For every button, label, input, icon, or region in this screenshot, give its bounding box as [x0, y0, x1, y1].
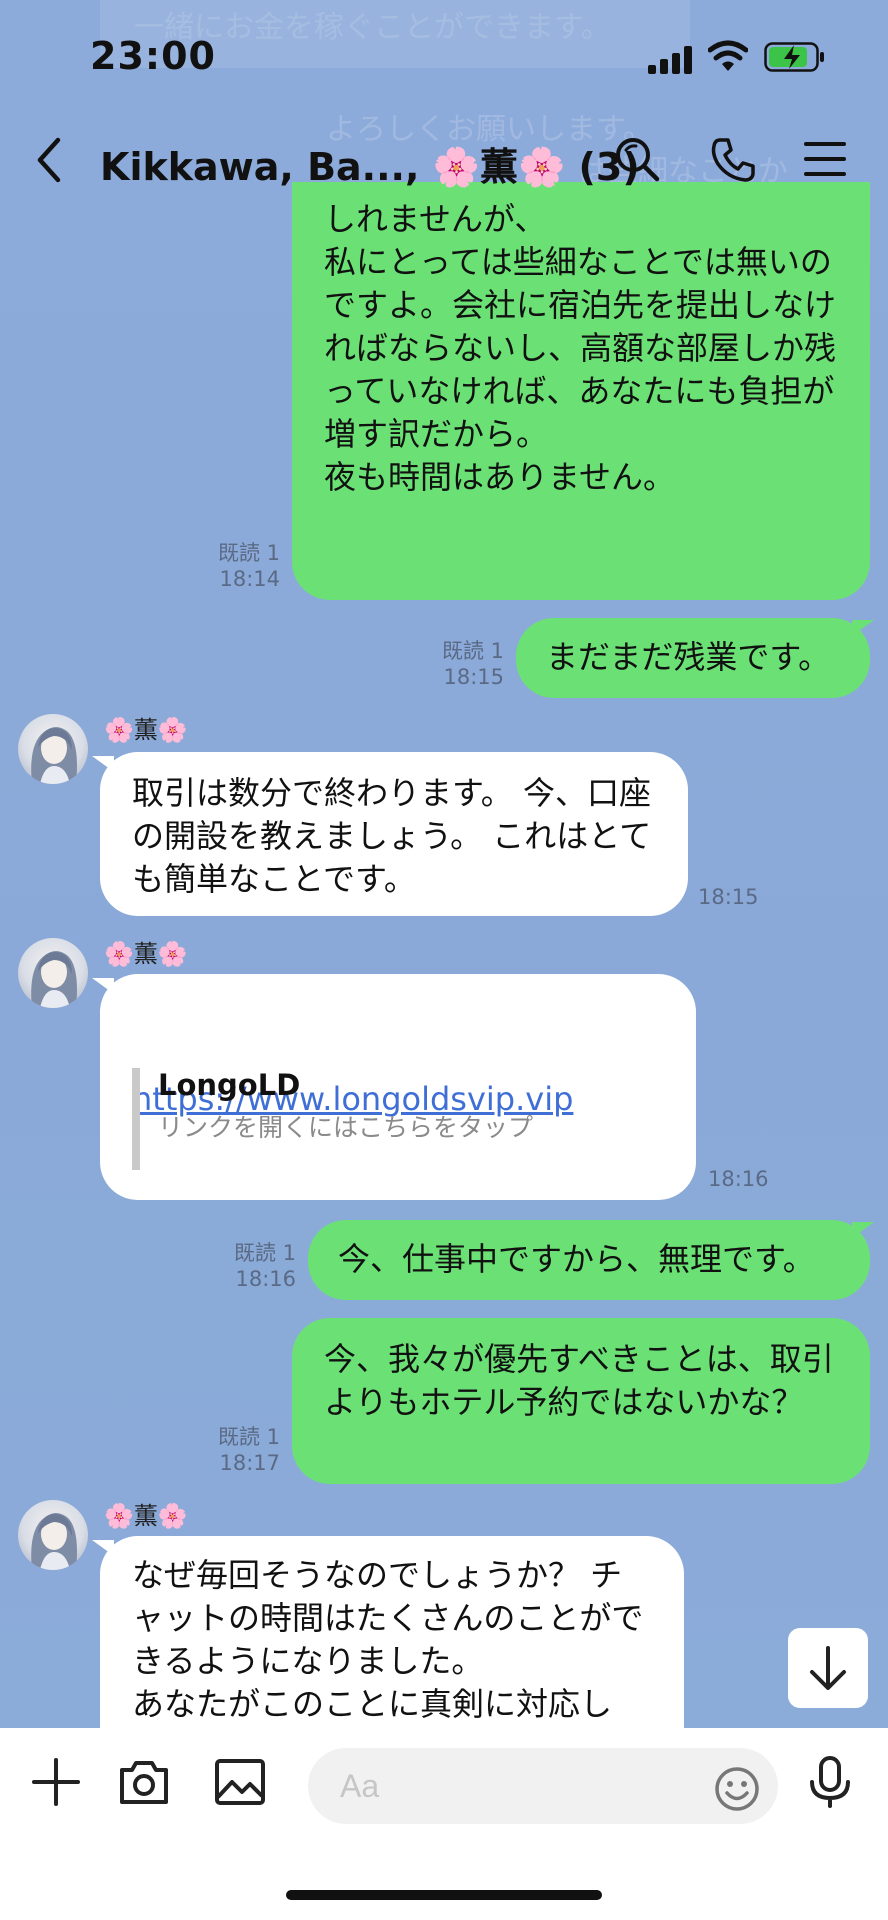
link-preview-title[interactable]: LongoLD [158, 1064, 300, 1107]
message-time: 18:16 [235, 1267, 296, 1291]
arrow-down-icon [810, 1646, 846, 1690]
message-bubble-outgoing[interactable]: 今、仕事中ですから、無理です。 [308, 1220, 870, 1300]
message-bubble-incoming[interactable]: 取引は数分で終わります。 今、口座の開設を教えましょう。 これはとても簡単なこと… [100, 752, 688, 916]
message-meta: 既読 1 18:16 [204, 1240, 296, 1292]
link-preview-description[interactable]: リンクを開くにはこちらをタップ [158, 1106, 533, 1149]
read-receipt: 既読 1 [233, 1241, 296, 1265]
search-icon[interactable] [612, 134, 662, 184]
image-icon[interactable] [212, 1754, 268, 1810]
read-receipt: 既読 1 [217, 1425, 280, 1449]
bubble-tail [92, 978, 114, 994]
bubble-tail [92, 1540, 114, 1556]
message-time: 18:17 [219, 1451, 280, 1475]
avatar[interactable] [18, 1500, 88, 1570]
bubble-tail [852, 620, 874, 636]
mic-icon[interactable] [802, 1754, 858, 1810]
avatar[interactable] [18, 938, 88, 1008]
message-time: 18:15 [443, 665, 504, 689]
message-bubble-incoming[interactable]: なぜ毎回そうなのでしょうか？ チャットの時間はたくさんのことができるようになりま… [100, 1536, 684, 1728]
message-meta: 既読 1 18:15 [412, 638, 504, 690]
chat-title[interactable]: Kikkawa, Ba..., 🌸薫🌸 (3) [100, 136, 640, 191]
avatar-illustration [31, 727, 77, 784]
message-input[interactable] [308, 1748, 778, 1824]
battery-charging-icon [764, 42, 824, 72]
avatar-illustration [31, 951, 77, 1008]
emoji-icon[interactable] [712, 1764, 762, 1814]
bubble-tail [92, 756, 114, 772]
message-time: 18:15 [698, 885, 759, 909]
wifi-icon [708, 40, 748, 71]
status-time: 23:00 [90, 34, 216, 78]
home-indicator[interactable] [286, 1890, 602, 1900]
message-bubble-outgoing[interactable]: しれませんが、 私にとっては些細なことでは無いのですよ。会社に宿泊先を提出しなけ… [292, 182, 870, 600]
chat-header: Kikkawa, Ba..., 🌸薫🌸 (3) [0, 112, 888, 208]
sender-name: 🌸薫🌸 [104, 940, 188, 968]
scroll-to-bottom-button[interactable] [788, 1628, 868, 1708]
cellular-signal-icon [648, 46, 694, 74]
bubble-tail [852, 1222, 874, 1238]
message-bubble-outgoing[interactable]: 今、我々が優先すべきことは、取引よりもホテル予約ではないかな？ [292, 1318, 870, 1484]
back-icon[interactable] [30, 134, 70, 186]
sender-name: 🌸薫🌸 [104, 716, 188, 744]
camera-icon[interactable] [116, 1754, 172, 1810]
read-receipt: 既読 1 [217, 541, 280, 565]
status-bar: 23:00 [0, 0, 888, 112]
message-time: 18:14 [219, 567, 280, 591]
plus-icon[interactable] [28, 1754, 84, 1810]
read-receipt: 既読 1 [441, 639, 504, 663]
message-time: 18:16 [708, 1167, 769, 1191]
message-bubble-outgoing[interactable]: まだまだ残業です。 [516, 618, 870, 698]
message-bubble-link[interactable]: https://www.longoldsvip.vip LongoLD リンクを… [100, 974, 696, 1200]
avatar[interactable] [18, 714, 88, 784]
sender-name: 🌸薫🌸 [104, 1502, 188, 1530]
phone-icon[interactable] [708, 134, 758, 184]
menu-icon[interactable] [800, 134, 850, 184]
composer-bar [0, 1728, 888, 1920]
link-preview-bar [132, 1068, 140, 1170]
avatar-illustration [31, 1513, 77, 1570]
chat-area[interactable]: 一緒にお金を稼ぐことができます。 よろしくお願いします。 は些細なことか しれま… [0, 0, 888, 1728]
message-meta: 既読 1 18:14 [190, 540, 280, 592]
message-meta: 既読 1 18:17 [188, 1424, 280, 1476]
